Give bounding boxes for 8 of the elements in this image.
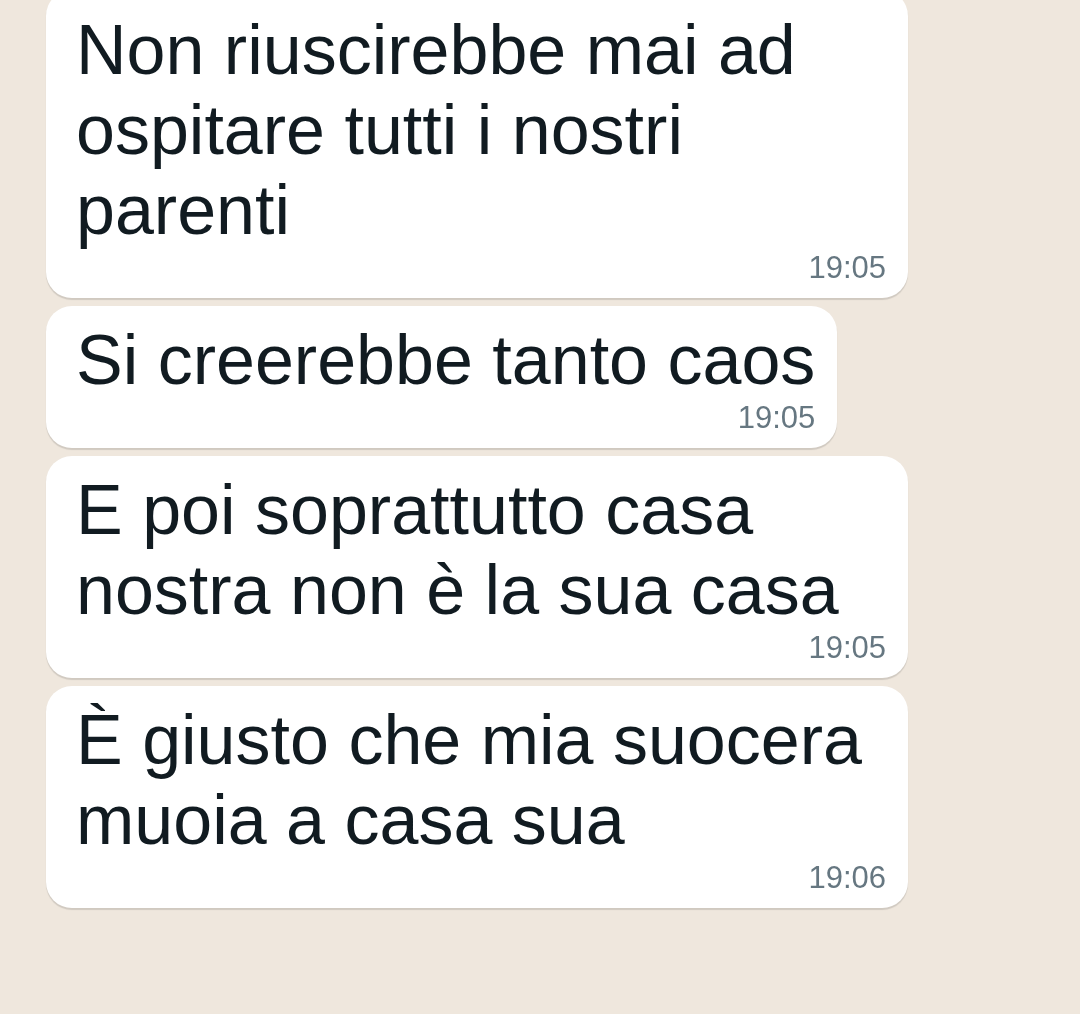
message-time: 19:05 [737,400,816,436]
message-text: Non riuscirebbe mai ad ospitare tutti i nostri parenti [76,10,797,250]
message-text: E poi soprattutto casa nostra non è la sua casa [76,470,840,630]
message-text: È giusto che mia suocera muoia a casa sua [76,700,863,860]
message-time: 19:05 [808,250,886,286]
message-text: Si creerebbe tanto caos [76,320,816,400]
message-time: 19:06 [808,860,886,896]
message-time: 19:05 [808,630,886,666]
